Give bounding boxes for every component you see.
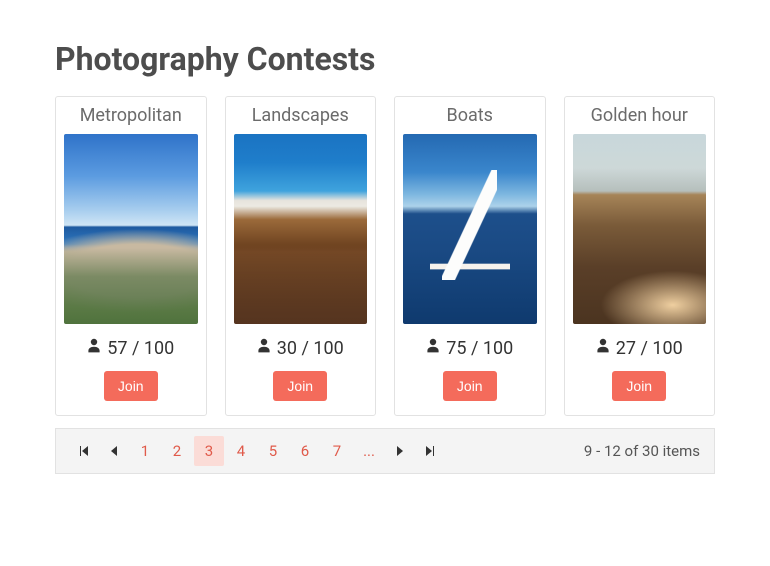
participant-text: 57 / 100 [107, 338, 174, 359]
last-page-button[interactable] [416, 436, 444, 466]
page-number[interactable]: 7 [322, 436, 352, 466]
person-icon [87, 338, 101, 359]
last-page-icon [425, 446, 435, 456]
participant-text: 30 / 100 [277, 338, 344, 359]
pager-info: 9 - 12 of 30 items [584, 442, 700, 460]
page-number[interactable]: 1 [130, 436, 160, 466]
next-page-button[interactable] [386, 436, 414, 466]
chevron-left-icon [109, 446, 119, 456]
person-icon [257, 338, 271, 359]
contest-card: Metropolitan 57 / 100 Join [55, 96, 207, 416]
participant-count: 57 / 100 [87, 338, 174, 359]
page-ellipsis[interactable]: ... [354, 436, 384, 466]
participant-count: 30 / 100 [257, 338, 344, 359]
contest-card: Landscapes 30 / 100 Join [225, 96, 377, 416]
first-page-icon [79, 446, 89, 456]
page-title: Photography Contests [55, 40, 715, 78]
first-page-button[interactable] [70, 436, 98, 466]
contest-title: Landscapes [252, 105, 349, 126]
page-number[interactable]: 4 [226, 436, 256, 466]
contest-card: Boats 75 / 100 Join [394, 96, 546, 416]
participant-count: 27 / 100 [596, 338, 683, 359]
person-icon [426, 338, 440, 359]
page-number-active[interactable]: 3 [194, 436, 224, 466]
participant-text: 75 / 100 [446, 338, 513, 359]
pager-nav: 1 2 3 4 5 6 7 ... [70, 436, 444, 466]
person-icon [596, 338, 610, 359]
contest-title: Metropolitan [80, 105, 182, 126]
contest-card: Golden hour 27 / 100 Join [564, 96, 716, 416]
pager: 1 2 3 4 5 6 7 ... 9 - 12 of 30 items [55, 428, 715, 474]
join-button[interactable]: Join [612, 371, 666, 401]
contest-card-list: Metropolitan 57 / 100 Join Landscapes 30… [55, 96, 715, 416]
prev-page-button[interactable] [100, 436, 128, 466]
contest-thumbnail [234, 134, 368, 324]
contest-thumbnail [403, 134, 537, 324]
participant-text: 27 / 100 [616, 338, 683, 359]
page-number[interactable]: 6 [290, 436, 320, 466]
contest-title: Boats [447, 105, 493, 126]
join-button[interactable]: Join [273, 371, 327, 401]
contest-thumbnail [64, 134, 198, 324]
page-number[interactable]: 2 [162, 436, 192, 466]
participant-count: 75 / 100 [426, 338, 513, 359]
contest-title: Golden hour [591, 105, 688, 126]
join-button[interactable]: Join [104, 371, 158, 401]
contest-thumbnail [573, 134, 707, 324]
join-button[interactable]: Join [443, 371, 497, 401]
page-number[interactable]: 5 [258, 436, 288, 466]
chevron-right-icon [395, 446, 405, 456]
